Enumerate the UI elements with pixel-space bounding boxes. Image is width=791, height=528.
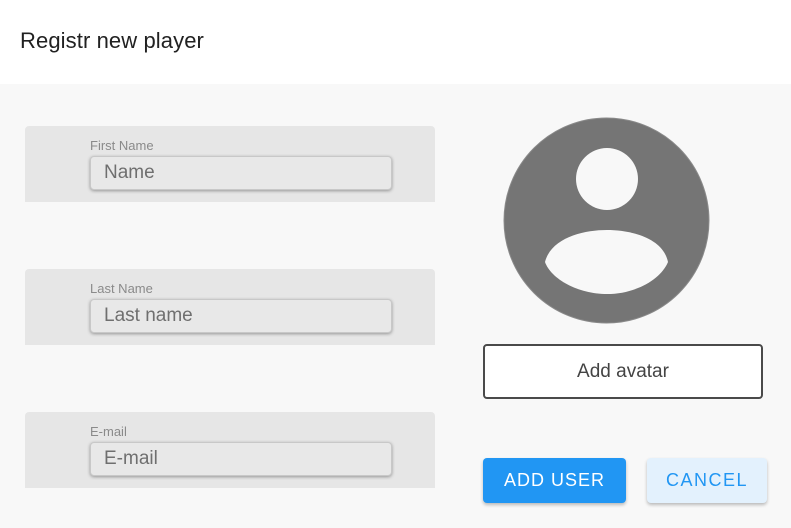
register-player-dialog: Registr new player First Name Last Name … <box>0 0 791 528</box>
email-label: E-mail <box>90 424 127 439</box>
last-name-field: Last Name <box>25 269 435 345</box>
last-name-input[interactable] <box>90 299 392 333</box>
add-user-button[interactable]: ADD USER <box>483 458 626 503</box>
last-name-label: Last Name <box>90 281 153 296</box>
cancel-button[interactable]: CANCEL <box>647 458 767 503</box>
avatar <box>503 117 710 324</box>
add-avatar-button[interactable]: Add avatar <box>483 344 763 399</box>
email-input[interactable] <box>90 442 392 476</box>
first-name-field: First Name <box>25 126 435 202</box>
account-circle-icon <box>503 117 710 324</box>
dialog-header: Registr new player <box>0 0 791 84</box>
first-name-input[interactable] <box>90 156 392 190</box>
dialog-title: Registr new player <box>20 28 204 53</box>
first-name-label: First Name <box>90 138 154 153</box>
email-field: E-mail <box>25 412 435 488</box>
